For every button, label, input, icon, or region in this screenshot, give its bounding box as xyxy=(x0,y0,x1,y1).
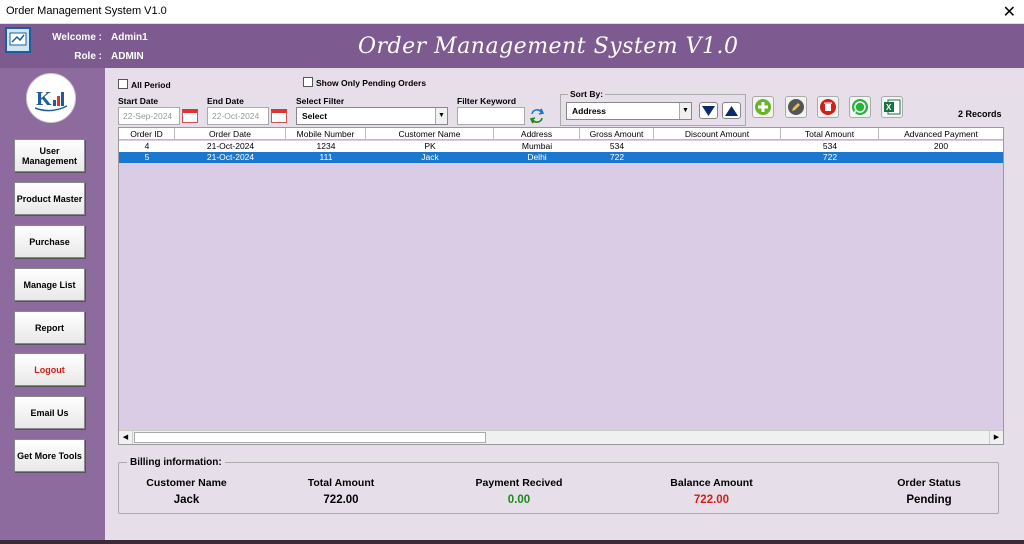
pending-only-label: Show Only Pending Orders xyxy=(316,78,427,88)
welcome-label: Welcome : xyxy=(52,32,102,43)
records-count: 2 Records xyxy=(958,109,1002,119)
end-date-label: End Date xyxy=(207,96,244,106)
table-cell: Delhi xyxy=(527,152,547,162)
window-titlebar: Order Management System V1.0 ✕ xyxy=(0,0,1024,24)
column-header[interactable]: Customer Name xyxy=(366,128,494,140)
close-icon[interactable]: ✕ xyxy=(1003,2,1016,22)
table-cell: 534 xyxy=(609,141,625,151)
table-cell: PK xyxy=(424,141,436,151)
window-title: Order Management System V1.0 xyxy=(6,5,167,17)
billing-info-group: Billing information: Customer Name Jack … xyxy=(118,457,999,514)
refresh-icon[interactable] xyxy=(528,106,546,126)
order-status-label: Order Status xyxy=(897,477,961,489)
app-icon xyxy=(5,27,31,53)
svg-text:K: K xyxy=(36,88,52,110)
whatsapp-icon[interactable] xyxy=(849,96,871,118)
table-cell: 722 xyxy=(822,152,838,162)
scroll-left-icon[interactable]: ◀ xyxy=(119,431,133,444)
customer-name-label: Customer Name xyxy=(146,477,227,489)
column-header[interactable]: Order ID xyxy=(119,128,175,140)
table-cell: 722 xyxy=(609,152,625,162)
start-date-field[interactable]: 22-Sep-2024 xyxy=(118,107,180,125)
column-header[interactable]: Total Amount xyxy=(781,128,879,140)
billing-legend: Billing information: xyxy=(127,457,225,468)
sort-by-value: Address xyxy=(572,106,607,116)
table-cell: 534 xyxy=(822,141,838,151)
table-cell: Jack xyxy=(421,152,439,162)
filter-keyword-label: Filter Keyword xyxy=(457,96,517,106)
column-header[interactable]: Gross Amount xyxy=(580,128,654,140)
welcome-value: Admin1 xyxy=(111,32,148,43)
table-row-selected[interactable]: 5 21-Oct-2024 111 Jack Delhi 722 722 xyxy=(119,152,1003,163)
sidebar-item-get-more-tools[interactable]: Get More Tools xyxy=(14,439,85,472)
balance-amount-value: 722.00 xyxy=(693,494,730,506)
table-cell: Mumbai xyxy=(521,141,553,151)
total-amount-label: Total Amount xyxy=(307,477,375,489)
column-header[interactable]: Discount Amount xyxy=(654,128,781,140)
table-cell: 5 xyxy=(144,152,150,162)
calendar-icon[interactable] xyxy=(182,109,198,123)
select-filter-dropdown[interactable]: Select ▼ xyxy=(296,107,448,125)
role-value: ADMIN xyxy=(111,51,144,62)
select-filter-label: Select Filter xyxy=(296,96,345,106)
sidebar-item-product-master[interactable]: Product Master xyxy=(14,182,85,215)
customer-name-value: Jack xyxy=(173,494,200,506)
sort-by-dropdown[interactable]: Address ▼ xyxy=(566,102,692,120)
sort-desc-icon[interactable] xyxy=(699,102,718,119)
sidebar-item-email-us[interactable]: Email Us xyxy=(14,396,85,429)
column-header[interactable]: Advanced Payment xyxy=(879,128,1003,140)
pending-only-checkbox[interactable] xyxy=(303,77,313,87)
column-header[interactable]: Address xyxy=(494,128,580,140)
sort-asc-icon[interactable] xyxy=(722,102,741,119)
table-row[interactable]: 4 21-Oct-2024 1234 PK Mumbai 534 534 200 xyxy=(119,141,1003,152)
scrollbar-thumb[interactable] xyxy=(134,432,486,443)
logo: K xyxy=(26,73,76,123)
payment-received-value: 0.00 xyxy=(507,494,531,506)
window-bottom-edge xyxy=(0,540,1024,544)
sidebar-item-user-management[interactable]: User Management xyxy=(14,139,85,172)
table-cell xyxy=(654,141,781,152)
column-header[interactable]: Mobile Number xyxy=(286,128,366,140)
sidebar-item-manage-list[interactable]: Manage List xyxy=(14,268,85,301)
delete-icon[interactable] xyxy=(817,96,839,118)
calendar-icon[interactable] xyxy=(271,109,287,123)
app-title: Order Management System V1.0 xyxy=(358,34,739,59)
excel-icon[interactable]: X xyxy=(881,96,903,118)
payment-received-label: Payment Recived xyxy=(475,477,563,489)
table-cell: 1234 xyxy=(316,141,336,151)
role-label: Role : xyxy=(74,51,102,62)
svg-text:X: X xyxy=(886,103,892,112)
column-header[interactable]: Order Date xyxy=(175,128,286,140)
table-cell xyxy=(654,152,781,163)
scroll-right-icon[interactable]: ▶ xyxy=(989,431,1003,444)
table-cell: 200 xyxy=(933,141,949,151)
table-cell: 21-Oct-2024 xyxy=(206,141,255,151)
balance-amount-label: Balance Amount xyxy=(670,477,753,489)
table-cell xyxy=(879,152,1003,163)
all-period-label: All Period xyxy=(131,80,171,90)
table-header: Order ID Order Date Mobile Number Custom… xyxy=(119,128,1003,140)
sidebar-item-purchase[interactable]: Purchase xyxy=(14,225,85,258)
horizontal-scrollbar[interactable]: ◀ ▶ xyxy=(119,430,1003,444)
sort-by-label: Sort By: xyxy=(568,89,606,99)
edit-icon[interactable] xyxy=(785,96,807,118)
chevron-down-icon: ▼ xyxy=(435,108,447,124)
order-status-value: Pending xyxy=(906,494,952,506)
total-amount-value: 722.00 xyxy=(323,494,359,506)
all-period-checkbox[interactable] xyxy=(118,79,128,89)
app-header: Welcome : Admin1 Role : ADMIN Order Mana… xyxy=(0,24,1024,68)
orders-table[interactable]: Order ID Order Date Mobile Number Custom… xyxy=(118,127,1004,445)
sidebar-item-report[interactable]: Report xyxy=(14,311,85,344)
start-date-label: Start Date xyxy=(118,96,159,106)
logout-button[interactable]: Logout xyxy=(14,353,85,386)
table-cell: 21-Oct-2024 xyxy=(206,152,255,162)
end-date-field[interactable]: 22-Oct-2024 xyxy=(207,107,269,125)
select-filter-value: Select xyxy=(302,111,328,121)
add-icon[interactable] xyxy=(752,96,774,118)
table-cell: 4 xyxy=(144,141,150,151)
table-cell: 111 xyxy=(319,152,333,162)
chevron-down-icon: ▼ xyxy=(679,103,691,119)
filter-keyword-input[interactable] xyxy=(457,107,525,125)
